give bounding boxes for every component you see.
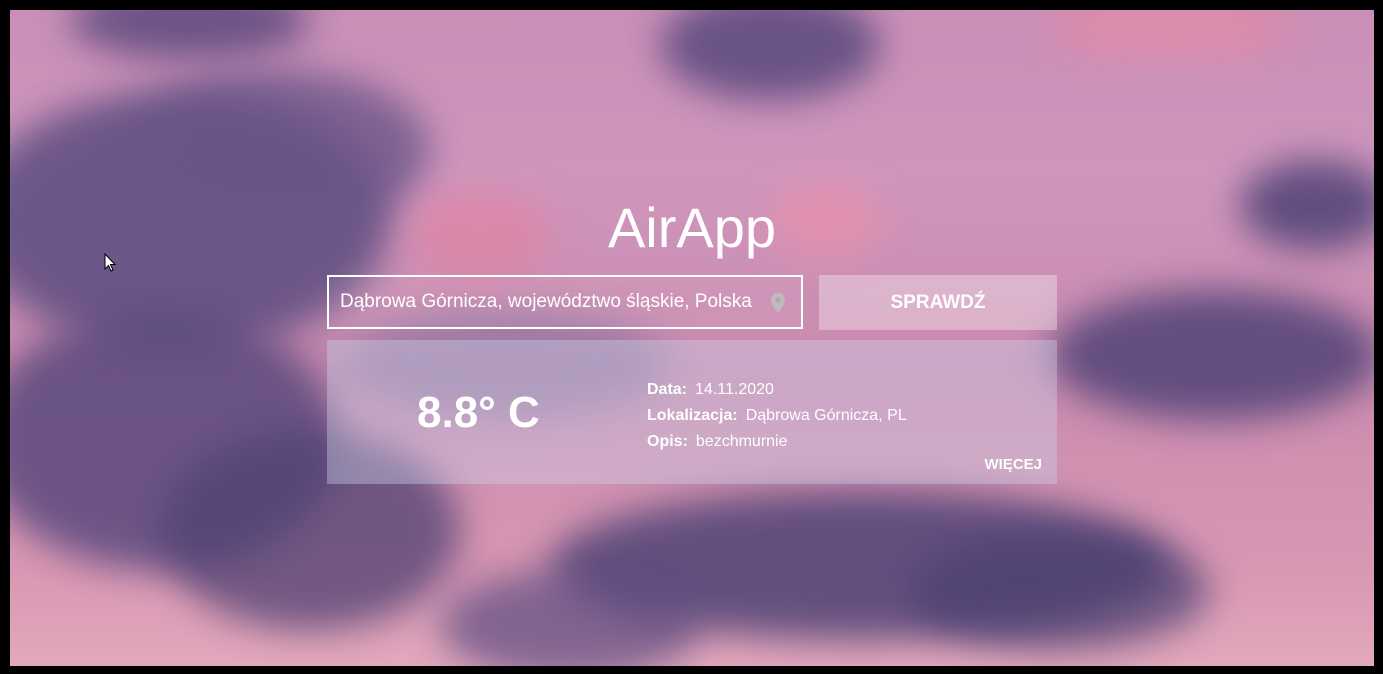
search-box[interactable] bbox=[327, 275, 803, 329]
app-title: AirApp bbox=[607, 196, 777, 259]
date-row: Data: 14.11.2020 bbox=[647, 377, 907, 403]
description-label: Opis: bbox=[647, 433, 688, 450]
app-window: AirApp SPRAWDŹ 8.8° C Data: 14.11.2020 Lo… bbox=[10, 10, 1374, 666]
date-value: 14.11.2020 bbox=[695, 381, 774, 398]
temperature-value: 8.8° C bbox=[417, 388, 540, 437]
check-button[interactable]: SPRAWDŹ bbox=[819, 275, 1057, 330]
mouse-cursor-icon bbox=[104, 253, 117, 272]
location-pin-icon[interactable] bbox=[771, 293, 785, 313]
location-label: Lokalizacja: bbox=[647, 407, 738, 424]
weather-details: Data: 14.11.2020 Lokalizacja: Dąbrowa Górn… bbox=[647, 377, 907, 455]
description-value: bezchmurnie bbox=[695, 433, 788, 450]
location-row: Lokalizacja: Dąbrowa Górnicza, PL bbox=[647, 403, 907, 429]
location-value: Dąbrowa Górnicza, PL bbox=[745, 407, 907, 424]
weather-card: 8.8° C Data: 14.11.2020 Lokalizacja: Dąbro… bbox=[327, 340, 1057, 484]
description-row: Opis: bezchmurnie bbox=[647, 429, 907, 455]
search-input[interactable] bbox=[329, 277, 769, 327]
more-button[interactable]: WIĘCEJ bbox=[984, 456, 1042, 473]
date-label: Data: bbox=[647, 381, 688, 398]
